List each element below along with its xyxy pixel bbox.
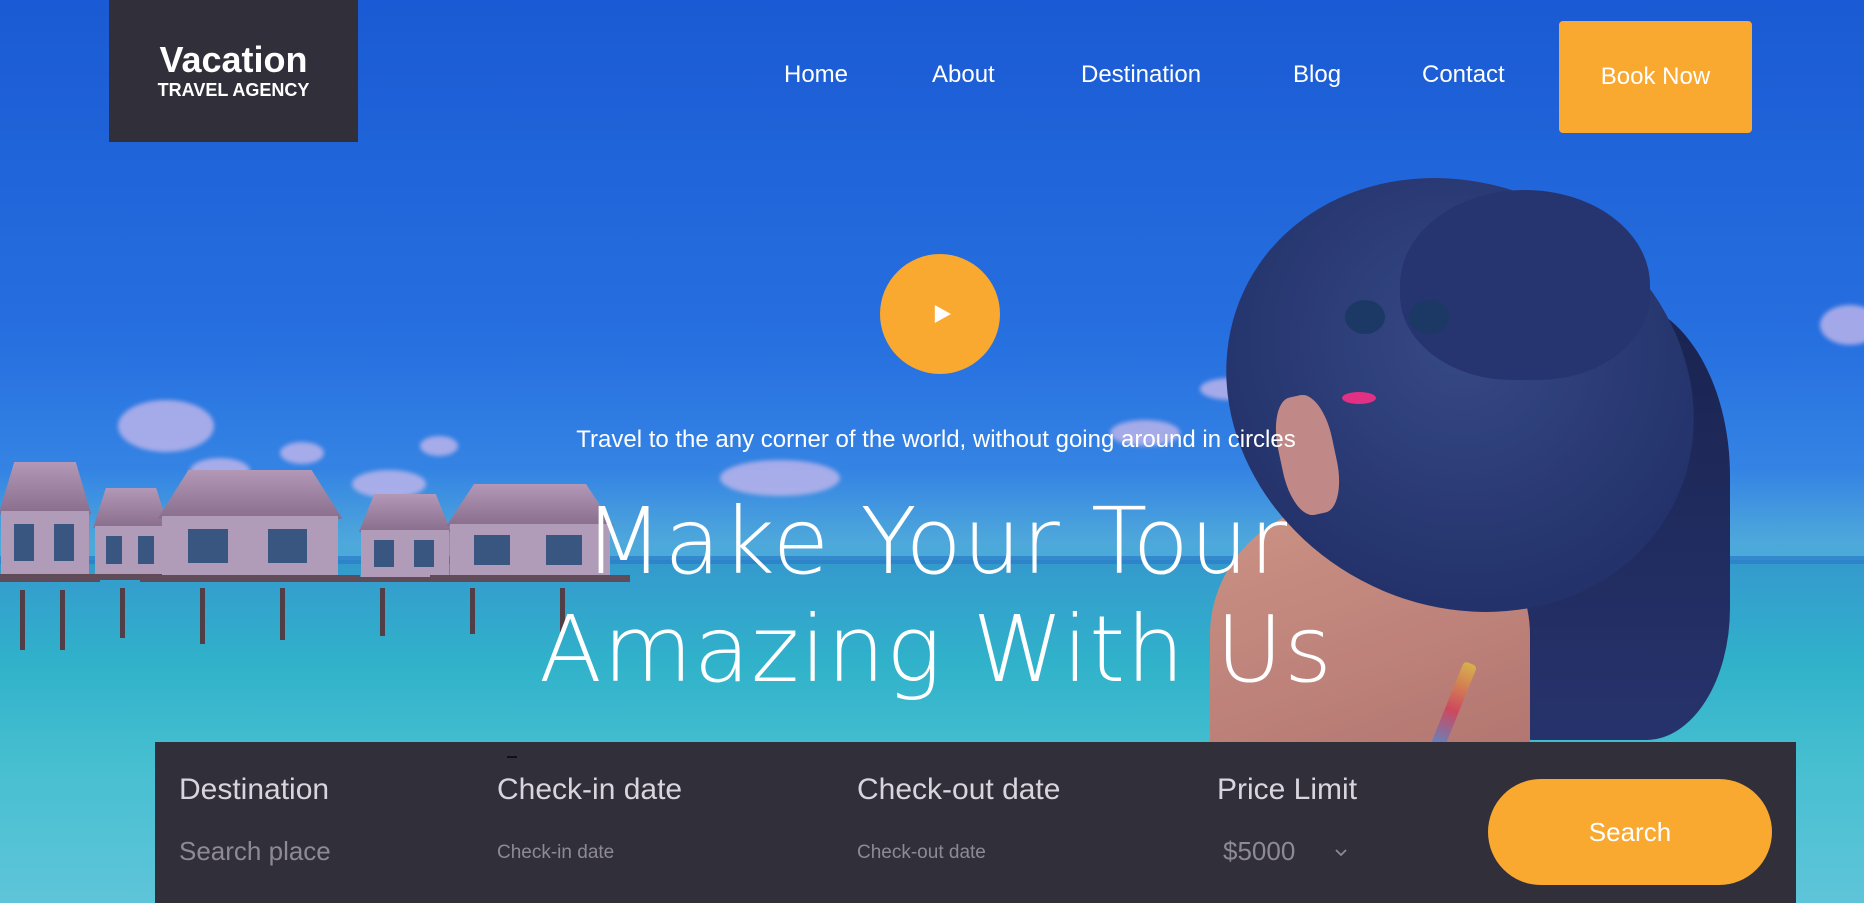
checkout-label: Check-out date [857,773,1061,806]
nav-item-contact[interactable]: Contact [1422,55,1505,95]
price-label: Price Limit [1217,773,1358,806]
price-field: Price Limit $5000 [1217,772,1357,867]
play-video-button[interactable] [880,254,1000,374]
cursor-mark [507,756,517,758]
hero-headline-line2: Amazing With Us [539,596,1333,703]
destination-field: Destination [179,772,439,867]
hero-headline: Make Your Tour Amazing With Us [0,488,1864,704]
play-icon [934,305,951,323]
destination-input[interactable] [179,836,439,867]
chevron-down-icon [1335,848,1347,856]
search-button[interactable]: Search [1488,779,1772,885]
hero-headline-line1: Make Your Tour [583,488,1289,595]
book-now-button[interactable]: Book Now [1559,21,1752,133]
hero-tagline: Travel to the any corner of the world, w… [576,426,1296,453]
nav-item-destination[interactable]: Destination [1081,55,1201,95]
search-panel: Destination Check-in date Check-out date… [155,742,1796,903]
nav-item-blog[interactable]: Blog [1293,55,1341,95]
checkin-input[interactable] [497,842,757,864]
price-value: $5000 [1223,836,1296,866]
checkin-field: Check-in date [497,772,757,864]
nav-item-home[interactable]: Home [784,55,848,95]
nav-item-about[interactable]: About [932,55,995,95]
checkout-field: Check-out date [857,772,1117,864]
price-select[interactable]: $5000 [1217,836,1357,867]
destination-label: Destination [179,773,330,806]
checkin-label: Check-in date [497,773,683,806]
checkout-input[interactable] [857,842,1117,864]
